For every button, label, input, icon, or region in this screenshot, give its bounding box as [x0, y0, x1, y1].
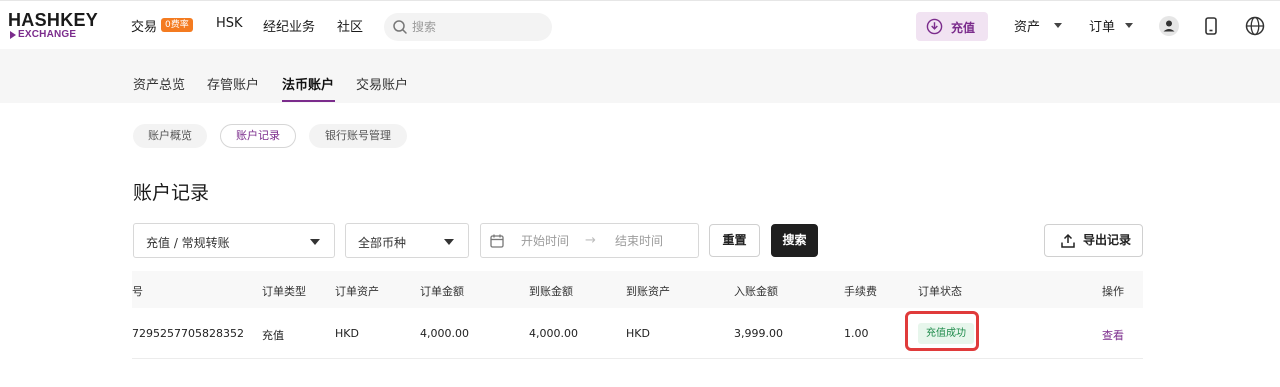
tab-asset-overview[interactable]: 资产总览 [133, 74, 185, 93]
assets-menu[interactable]: 资产 [1014, 16, 1040, 35]
col-received-amount: 到账金额 [529, 285, 573, 298]
top-navbar: HASHKEY EXCHANGE 交易 0费率 HSK 经纪业务 社区 充值 资… [0, 0, 1280, 49]
deposit-button[interactable]: 充值 [916, 12, 988, 41]
col-order-no: 号 [132, 285, 143, 298]
nav-community[interactable]: 社区 [337, 16, 363, 35]
col-credited-amount: 入账金额 [734, 285, 778, 298]
cell-order-type: 充值 [262, 329, 284, 342]
currency-select[interactable]: 全部币种 [345, 223, 469, 258]
logo-subtext: EXCHANGE [18, 29, 77, 40]
search-icon [393, 20, 407, 34]
reset-button[interactable]: 重置 [709, 224, 760, 257]
col-order-asset: 订单资产 [335, 285, 379, 298]
upload-icon [1061, 233, 1075, 248]
start-date-input[interactable] [521, 232, 591, 250]
download-icon [926, 18, 943, 35]
col-order-type: 订单类型 [262, 285, 306, 298]
col-order-amount: 订单金额 [420, 285, 464, 298]
cell-received-asset: HKD [626, 327, 650, 340]
col-received-asset: 到账资产 [626, 285, 670, 298]
col-order-status: 订单状态 [918, 285, 962, 298]
col-actions: 操作 [1102, 285, 1124, 298]
tab-fiat-account[interactable]: 法币账户 [282, 74, 334, 93]
col-fee: 手续费 [844, 285, 877, 298]
end-date-input[interactable] [615, 232, 685, 250]
export-records-button[interactable]: 导出记录 [1044, 224, 1143, 257]
logo-text: HASHKEY [8, 10, 99, 30]
cell-credited-amount: 3,999.00 [734, 327, 783, 340]
active-tab-indicator [282, 100, 335, 102]
fee-badge: 0费率 [161, 18, 193, 32]
calendar-icon [490, 234, 504, 248]
chevron-down-icon [1054, 23, 1062, 28]
deposit-label: 充值 [951, 21, 976, 35]
nav-trade[interactable]: 交易 [131, 16, 157, 35]
view-link[interactable]: 查看 [1102, 327, 1124, 343]
nav-brokerage[interactable]: 经纪业务 [263, 16, 315, 35]
pill-bank-accounts[interactable]: 银行账号管理 [309, 124, 407, 148]
globe-icon[interactable] [1244, 15, 1266, 37]
cell-order-asset: HKD [335, 327, 359, 340]
orders-menu[interactable]: 订单 [1089, 16, 1115, 35]
cell-fee: 1.00 [844, 327, 869, 340]
currency-select-value: 全部币种 [358, 236, 407, 250]
hashkey-logo[interactable]: HASHKEY EXCHANGE [8, 10, 98, 42]
pill-account-overview[interactable]: 账户概览 [133, 124, 207, 148]
arrow-right-icon: → [585, 233, 596, 248]
global-search[interactable] [384, 13, 552, 41]
type-select-value: 充值 / 常规转账 [146, 236, 230, 250]
cell-order-no: 7295257705828352 [132, 327, 244, 340]
chevron-down-icon [1125, 23, 1133, 28]
table-row: 7295257705828352 充值 HKD 4,000.00 4,000.0… [132, 308, 1143, 359]
type-select[interactable]: 充值 / 常规转账 [133, 223, 335, 258]
cell-order-amount: 4,000.00 [420, 327, 469, 340]
nav-hsk[interactable]: HSK [216, 16, 243, 31]
logo-arrow-icon [10, 31, 16, 39]
search-input[interactable] [412, 13, 542, 41]
user-icon[interactable] [1158, 15, 1180, 37]
status-highlight-box [905, 311, 979, 351]
date-range-picker[interactable]: → [480, 223, 699, 258]
chevron-down-icon [444, 239, 454, 245]
page-title: 账户记录 [133, 182, 210, 204]
export-label: 导出记录 [1083, 233, 1132, 247]
records-table-header: 号 订单类型 订单资产 订单金额 到账金额 到账资产 入账金额 手续费 订单状态… [132, 271, 1143, 308]
search-button[interactable]: 搜索 [771, 224, 818, 257]
tab-trading-account[interactable]: 交易账户 [356, 74, 408, 93]
chevron-down-icon [310, 239, 320, 245]
account-tabs-bar: 资产总览 存管账户 法币账户 交易账户 [0, 49, 1280, 103]
pill-account-records[interactable]: 账户记录 [220, 124, 296, 148]
tab-custody-account[interactable]: 存管账户 [207, 74, 259, 93]
phone-icon[interactable] [1200, 15, 1222, 37]
cell-received-amount: 4,000.00 [529, 327, 578, 340]
